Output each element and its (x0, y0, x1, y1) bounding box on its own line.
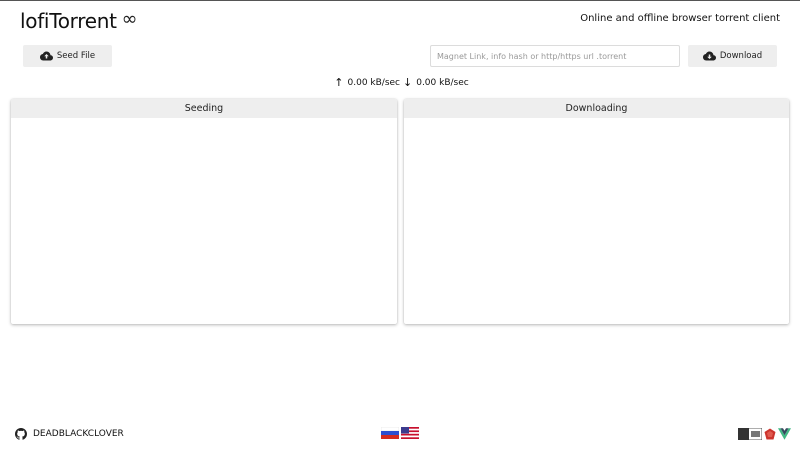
seed-file-button[interactable]: Seed File (23, 45, 112, 67)
upload-arrow-icon: ↑ (334, 76, 344, 89)
app-tagline: Online and offline browser torrent clien… (580, 13, 780, 24)
download-speed: 0.00 kB/sec (416, 77, 469, 88)
cloud-upload-icon (39, 51, 53, 61)
author-name: DEADBLACKCLOVER (33, 429, 124, 439)
vue-icon (778, 428, 791, 440)
cloud-download-icon (702, 51, 716, 61)
magnet-link-input[interactable] (430, 45, 680, 67)
top-border (0, 0, 800, 1)
js-badge-icon (738, 428, 762, 440)
download-label: Download (719, 51, 763, 61)
download-button[interactable]: Download (688, 45, 777, 67)
author-link[interactable]: DEADBLACKCLOVER (15, 428, 124, 440)
upload-speed: 0.00 kB/sec (347, 77, 401, 88)
seeding-panel: Seeding (11, 99, 397, 324)
transfer-speed: ↑ 0.00 kB/sec ↓ 0.00 kB/sec (0, 76, 800, 89)
app-header: lofiTorrent ∞ (20, 9, 137, 33)
app-title: lofiTorrent (20, 9, 117, 33)
download-arrow-icon: ↓ (403, 76, 413, 89)
infinity-icon: ∞ (121, 7, 138, 30)
ruby-icon (764, 428, 776, 440)
language-switcher (381, 427, 419, 439)
seeding-panel-header: Seeding (11, 99, 397, 118)
downloading-panel-header: Downloading (404, 99, 789, 118)
us-flag-icon[interactable] (401, 427, 419, 439)
seed-file-label: Seed File (56, 51, 96, 61)
tech-badges (738, 428, 791, 440)
github-icon (15, 428, 27, 440)
russian-flag-icon[interactable] (381, 427, 399, 439)
downloading-panel: Downloading (404, 99, 789, 324)
